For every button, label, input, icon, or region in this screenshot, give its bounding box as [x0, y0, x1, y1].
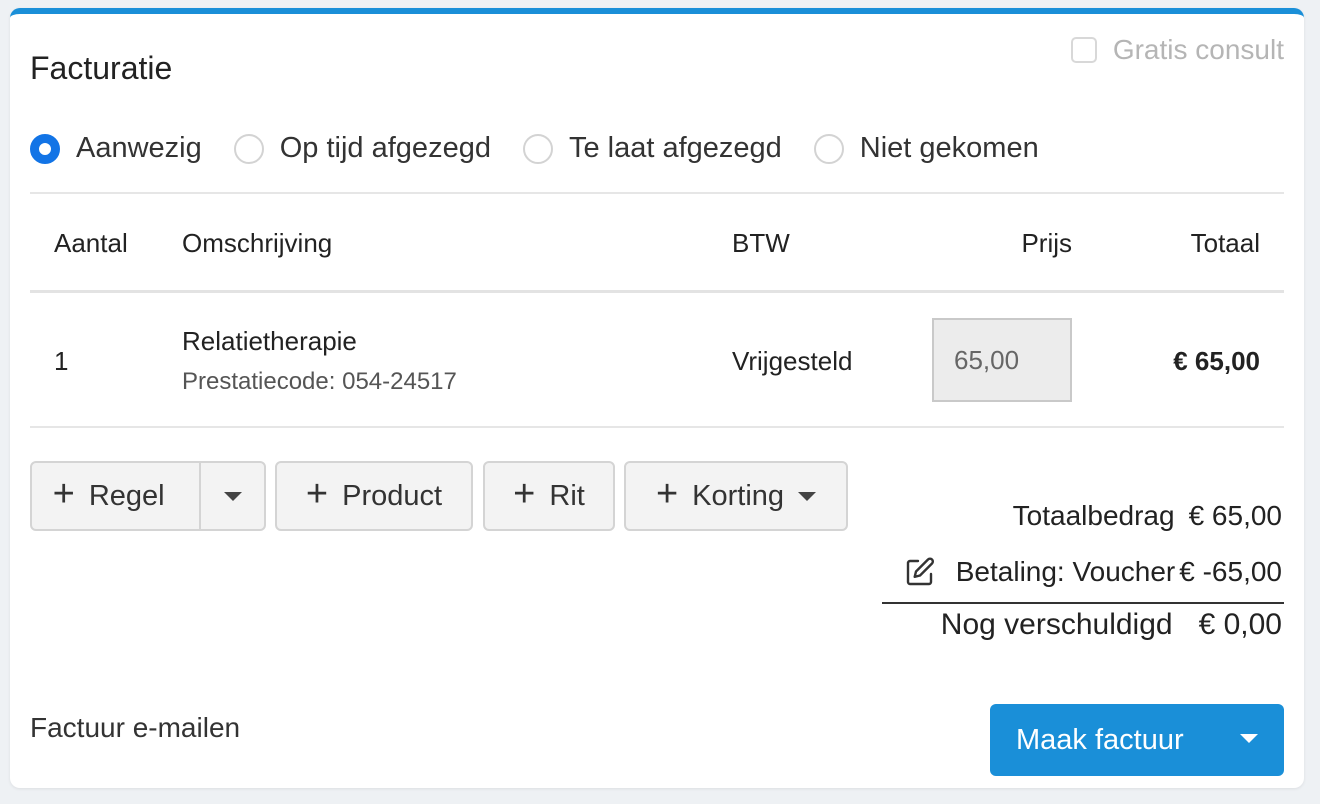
divider	[30, 192, 1284, 194]
radio-label: Aanwezig	[76, 132, 202, 164]
plus-icon: +	[513, 473, 536, 515]
radio-button[interactable]	[522, 133, 553, 164]
radio-label: Te laat afgezegd	[568, 132, 782, 164]
radio-op-tijd-afgezegd[interactable]: Op tijd afgezegd	[233, 132, 491, 165]
gratis-consult-toggle[interactable]: Gratis consult	[1070, 34, 1284, 66]
summary-betaling: Betaling: Voucher € -65,00	[904, 556, 1282, 588]
nog-verschuldigd-value: € 0,00	[1198, 608, 1282, 641]
radio-button-selected[interactable]	[30, 133, 60, 164]
radio-label: Op tijd afgezegd	[279, 132, 491, 164]
table-header-divider	[30, 290, 1284, 293]
edit-payment-icon[interactable]	[904, 556, 936, 588]
column-header-aantal: Aantal	[54, 228, 128, 258]
summary-nog-verschuldigd: Nog verschuldigd € 0,00	[941, 608, 1282, 642]
column-header-totaal: Totaal	[1190, 228, 1260, 258]
add-rit-button[interactable]: + Rit	[483, 461, 615, 531]
price-input[interactable]: 65,00	[932, 318, 1072, 402]
plus-icon: +	[655, 473, 679, 515]
summary-totaalbedrag: Totaalbedrag € 65,00	[1013, 500, 1282, 532]
totaalbedrag-label: Totaalbedrag	[1012, 500, 1175, 531]
add-product-label: Product	[342, 479, 443, 512]
radio-aanwezig[interactable]: Aanwezig	[30, 132, 202, 165]
totaalbedrag-value: € 65,00	[1188, 500, 1282, 531]
gratis-consult-label: Gratis consult	[1112, 34, 1284, 65]
add-product-button[interactable]: + Product	[275, 461, 473, 531]
betaling-label: Betaling: Voucher	[955, 556, 1176, 587]
attendance-radio-group: Aanwezig Op tijd afgezegd Te laat afgeze…	[30, 132, 1071, 165]
cell-totaal: € 65,00	[1173, 346, 1260, 376]
radio-button[interactable]	[233, 133, 264, 164]
chevron-down-icon[interactable]	[1240, 734, 1258, 743]
chevron-down-icon	[223, 491, 242, 501]
regel-dropdown-toggle[interactable]	[199, 463, 264, 529]
column-header-btw: BTW	[732, 228, 790, 258]
radio-button[interactable]	[813, 133, 844, 164]
nog-verschuldigd-label: Nog verschuldigd	[940, 608, 1173, 641]
add-regel-button-group: + Regel	[30, 461, 266, 531]
cell-aantal: 1	[54, 346, 69, 376]
add-regel-label: Regel	[88, 479, 165, 512]
maak-factuur-button[interactable]: Maak factuur	[990, 704, 1284, 776]
betaling-value: € -65,00	[1179, 556, 1282, 587]
radio-niet-gekomen[interactable]: Niet gekomen	[813, 132, 1039, 165]
cell-btw: Vrijgesteld	[732, 346, 853, 376]
radio-te-laat-afgezegd[interactable]: Te laat afgezegd	[522, 132, 782, 165]
plus-icon: +	[305, 473, 329, 515]
panel-title: Facturatie	[30, 50, 173, 86]
radio-label: Niet gekomen	[859, 132, 1039, 164]
gratis-consult-checkbox[interactable]	[1070, 37, 1097, 63]
summary-divider	[882, 602, 1284, 604]
maak-factuur-label: Maak factuur	[1016, 723, 1184, 756]
cell-prestatiecode: Prestatiecode: 054-24517	[182, 368, 457, 395]
plus-icon: +	[52, 473, 75, 515]
add-rit-label: Rit	[549, 479, 585, 512]
add-regel-button[interactable]: + Regel	[32, 475, 185, 513]
divider	[30, 426, 1284, 428]
cell-omschrijving: Relatietherapie	[182, 326, 357, 356]
chevron-down-icon	[798, 491, 817, 501]
add-korting-label: Korting	[692, 479, 785, 512]
add-korting-button[interactable]: + Korting	[624, 461, 848, 531]
column-header-omschrijving: Omschrijving	[182, 228, 333, 258]
factuur-emailen-link[interactable]: Factuur e-mailen	[30, 712, 240, 744]
facturatie-panel: Facturatie Gratis consult Aanwezig Op ti…	[10, 8, 1304, 788]
column-header-prijs: Prijs	[1021, 228, 1072, 258]
